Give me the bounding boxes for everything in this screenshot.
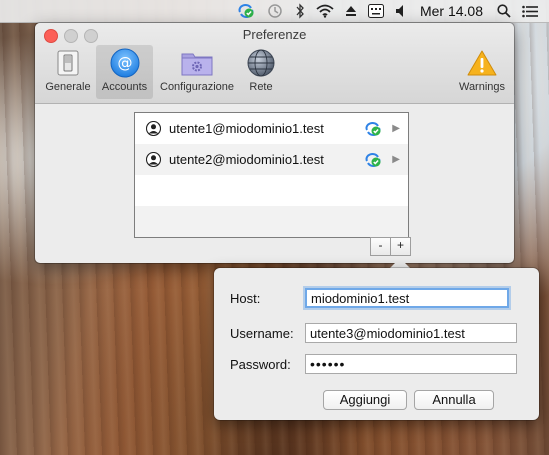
folder-gear-icon <box>181 47 213 79</box>
menu-bar: Mer 14.08 <box>0 0 549 23</box>
toolbar-warnings-button[interactable]: Warnings <box>455 45 509 99</box>
globe-network-icon <box>245 47 277 79</box>
account-row[interactable]: utente2@miodominio1.test ▶ <box>135 144 408 175</box>
volume-icon[interactable] <box>395 0 409 22</box>
add-account-popover: Host: Username: Password: •••••• Aggiung… <box>214 268 539 420</box>
svg-text:@: @ <box>117 54 132 72</box>
account-email: utente1@miodominio1.test <box>169 121 324 136</box>
user-account-icon <box>146 121 161 136</box>
toolbar-accounts-label: Accounts <box>101 81 148 93</box>
warning-triangle-icon <box>466 47 498 79</box>
toolbar-general-label: Generale <box>45 81 91 93</box>
account-row[interactable]: utente1@miodominio1.test ▶ <box>135 113 408 144</box>
accounts-list[interactable]: utente1@miodominio1.test ▶ utente2@miodo… <box>134 112 409 238</box>
disclosure-arrow-icon[interactable]: ▶ <box>392 154 400 165</box>
toolbar-network-button[interactable]: Rete <box>243 45 279 99</box>
window-title: Preferenze <box>242 27 307 42</box>
switch-icon <box>52 47 84 79</box>
toolbar-accounts-button[interactable]: @ Accounts <box>96 45 153 99</box>
at-sign-icon: @ <box>109 47 141 79</box>
add-account-button[interactable]: + <box>390 237 411 256</box>
time-machine-icon[interactable] <box>266 0 284 22</box>
list-empty-row <box>135 206 408 237</box>
host-field[interactable] <box>305 288 509 308</box>
bluetooth-icon[interactable] <box>295 0 305 22</box>
user-account-icon <box>146 152 161 167</box>
account-email: utente2@miodominio1.test <box>169 152 324 167</box>
add-button[interactable]: Aggiungi <box>323 390 407 410</box>
sync-status-icon[interactable] <box>237 0 255 22</box>
toolbar-network-label: Rete <box>249 81 273 93</box>
toolbar-general-button[interactable]: Generale <box>40 45 96 99</box>
toolbar-configuration-button[interactable]: Configurazione <box>155 45 239 99</box>
username-label: Username: <box>230 326 294 341</box>
popover-arrow <box>390 258 410 268</box>
username-field[interactable] <box>305 323 517 343</box>
sync-ok-icon <box>365 121 381 136</box>
password-field[interactable]: •••••• <box>305 354 517 374</box>
window-toolbar: Preferenze Generale @ Accounts Configura… <box>35 23 514 104</box>
remove-account-button[interactable]: - <box>370 237 391 256</box>
notification-center-icon[interactable] <box>522 0 538 22</box>
spotlight-search-icon[interactable] <box>497 0 511 22</box>
preferences-window: Preferenze Generale @ Accounts Configura… <box>35 23 514 263</box>
cancel-button[interactable]: Annulla <box>414 390 494 410</box>
menu-clock[interactable]: Mer 14.08 <box>420 0 483 22</box>
wifi-icon[interactable] <box>316 0 334 22</box>
password-label: Password: <box>230 357 291 372</box>
disclosure-arrow-icon[interactable]: ▶ <box>392 123 400 134</box>
eject-icon[interactable] <box>345 0 357 22</box>
toolbar-warnings-label: Warnings <box>458 81 506 93</box>
host-label: Host: <box>230 291 261 306</box>
keyboard-input-icon[interactable] <box>367 0 384 22</box>
sync-ok-icon <box>365 152 381 167</box>
toolbar-configuration-label: Configurazione <box>160 81 234 93</box>
